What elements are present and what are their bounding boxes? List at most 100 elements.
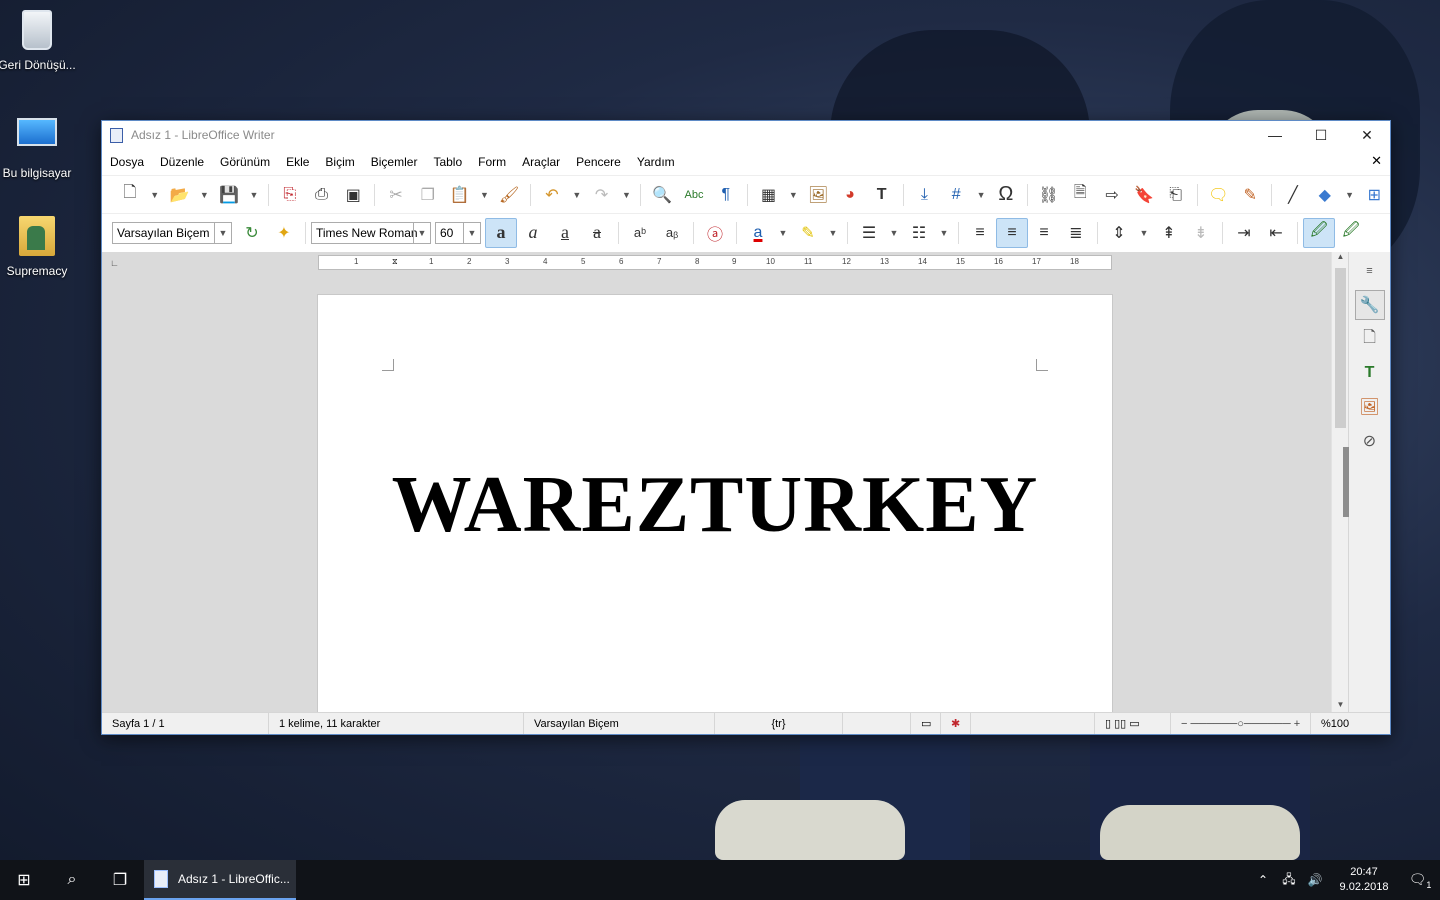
align-left-icon[interactable]: ≡ [964,218,996,248]
desktop-icon-recycle-bin[interactable]: Geri Dönüşü... [0,8,77,72]
decrease-indent-icon[interactable]: ⇤ [1260,218,1292,248]
tab-stop-selector[interactable]: ∟ [110,258,119,268]
chevron-down-icon[interactable]: ▼ [935,218,953,248]
menu-yardim[interactable]: Yardım [637,155,675,169]
insert-text-box-icon[interactable]: T [866,180,898,210]
menu-pencere[interactable]: Pencere [576,155,621,169]
insert-page-break-icon[interactable]: ⤓ [909,180,941,210]
menu-duzenle[interactable]: Düzenle [160,155,204,169]
status-language[interactable]: {tr} [715,713,843,734]
desktop-icon-this-pc[interactable]: Bu bilgisayar [0,112,77,180]
taskbar-writer-app[interactable]: Adsız 1 - LibreOffic... [144,860,296,900]
insert-table-icon[interactable]: ▦ [753,180,785,210]
chevron-down-icon[interactable]: ▼ [784,180,802,210]
insert-field-icon[interactable]: # [940,180,972,210]
paragraph-style-brush-icon[interactable]: 🖉 [1303,217,1335,248]
insert-image-icon[interactable]: 🖼 [802,180,834,210]
italic-icon[interactable]: a [517,218,549,248]
minimize-button[interactable]: — [1252,121,1298,149]
line-spacing-icon[interactable]: ⇕ [1103,218,1135,248]
close-document-button[interactable]: ✕ [1371,153,1382,169]
find-replace-icon[interactable]: 🔍 [646,180,678,210]
chevron-down-icon[interactable]: ▼ [774,218,792,248]
gallery-icon[interactable]: 🖼 [1355,392,1385,422]
cross-reference-icon[interactable]: ⎗ [1160,180,1192,210]
ruler-indent-marker[interactable]: ⧖ [392,257,398,267]
endnote-icon[interactable]: ⇨ [1096,180,1128,210]
status-insert-mode[interactable] [843,713,911,734]
redo-icon[interactable]: ↷ [586,180,618,210]
track-changes-icon[interactable]: ✎ [1234,180,1266,210]
hyperlink-icon[interactable]: ⛓ [1033,180,1065,210]
chevron-down-icon[interactable]: ▼ [463,222,480,243]
basic-shapes-icon[interactable]: ◆ [1309,180,1341,210]
increase-paragraph-spacing-icon[interactable]: ⇞ [1153,218,1185,248]
bold-icon[interactable]: a [485,217,517,248]
increase-indent-icon[interactable]: ⇥ [1228,218,1260,248]
scroll-up-icon[interactable]: ▲ [1332,252,1349,266]
strikethrough-icon[interactable]: a [581,218,613,248]
close-button[interactable]: ✕ [1344,121,1390,149]
formatting-marks-icon[interactable]: ¶ [710,180,742,210]
volume-icon[interactable]: 🔊 [1302,873,1328,887]
chevron-down-icon[interactable]: ▼ [214,222,231,243]
clone-formatting-icon[interactable]: 🖌 [493,180,525,210]
ordered-list-icon[interactable]: ☷ [903,218,935,248]
print-preview-icon[interactable]: ▣ [337,180,369,210]
font-name-combo[interactable]: Times New Roman ▼ [311,221,431,244]
document-text[interactable]: WAREZTURKEY [318,465,1112,545]
special-character-icon[interactable]: Ω [990,180,1022,210]
update-style-icon[interactable]: ↻ [236,218,268,248]
sidebar-menu-icon[interactable]: ≡ [1355,256,1385,286]
styles-icon[interactable]: T [1355,358,1385,388]
title-bar[interactable]: Adsız 1 - LibreOffice Writer — ☐ ✕ [102,121,1390,149]
menu-bicemler[interactable]: Biçemler [371,155,418,169]
search-icon[interactable]: ⌕ [48,860,96,900]
insert-chart-icon[interactable]: ◕ [834,180,866,210]
cut-icon[interactable]: ✂ [380,180,412,210]
document-modified-icon[interactable]: ✱ [941,713,971,734]
menu-tablo[interactable]: Tablo [433,155,462,169]
paste-icon[interactable]: 📋 [444,180,476,210]
menu-gorunum[interactable]: Görünüm [220,155,270,169]
task-view-icon[interactable]: ❐ [96,860,144,900]
clock[interactable]: 20:47 9.02.2018 [1328,865,1400,895]
copy-icon[interactable]: ❐ [412,180,444,210]
clear-formatting-icon[interactable]: ⓐ [699,218,731,248]
highlight-color-icon[interactable]: ✎ [792,218,824,248]
unordered-list-icon[interactable]: ☰ [853,218,885,248]
decrease-paragraph-spacing-icon[interactable]: ⇟ [1185,218,1217,248]
horizontal-ruler[interactable]: 1 ⧖ 1 2 3 4 5 6 7 8 9 10 11 12 13 14 15 … [318,255,1112,270]
chevron-down-icon[interactable]: ▼ [195,180,213,210]
chevron-up-icon[interactable]: ⌃ [1250,873,1276,887]
document-page[interactable]: WAREZTURKEY [317,294,1113,714]
font-size-combo[interactable]: 60 ▼ [435,221,481,244]
bookmark-icon[interactable]: 🔖 [1128,180,1160,210]
maximize-button[interactable]: ☐ [1298,121,1344,149]
chevron-down-icon[interactable]: ▼ [1341,180,1359,210]
align-right-icon[interactable]: ≡ [1028,218,1060,248]
new-document-icon[interactable]: 🗋 [114,180,146,210]
justify-icon[interactable]: ≣ [1060,218,1092,248]
chevron-down-icon[interactable]: ▼ [1135,218,1153,248]
menu-dosya[interactable]: Dosya [110,155,144,169]
print-icon[interactable]: ⎙ [306,180,338,210]
chevron-down-icon[interactable]: ▼ [972,180,990,210]
menu-araclar[interactable]: Araçlar [522,155,560,169]
view-layout-icons[interactable]: ▯ ▯▯ ▭ [1095,713,1171,734]
comment-icon[interactable]: 🗨 [1203,180,1235,210]
status-zoom[interactable]: %100 [1311,713,1349,734]
windows-start-icon[interactable]: ⊞ [0,860,48,900]
chevron-down-icon[interactable]: ▼ [475,180,493,210]
subscript-icon[interactable]: aᵦ [656,218,688,248]
undo-icon[interactable]: ↶ [536,180,568,210]
scrollbar-thumb[interactable] [1335,268,1346,428]
chevron-down-icon[interactable]: ▼ [885,218,903,248]
superscript-icon[interactable]: aᵇ [624,218,656,248]
chevron-down-icon[interactable]: ▼ [245,180,263,210]
properties-icon[interactable]: 🔧 [1354,290,1385,320]
new-style-icon[interactable]: ✦ [268,218,300,248]
chevron-down-icon[interactable]: ▼ [568,180,586,210]
menu-form[interactable]: Form [478,155,506,169]
footnote-icon[interactable]: 🗎 [1064,180,1096,210]
